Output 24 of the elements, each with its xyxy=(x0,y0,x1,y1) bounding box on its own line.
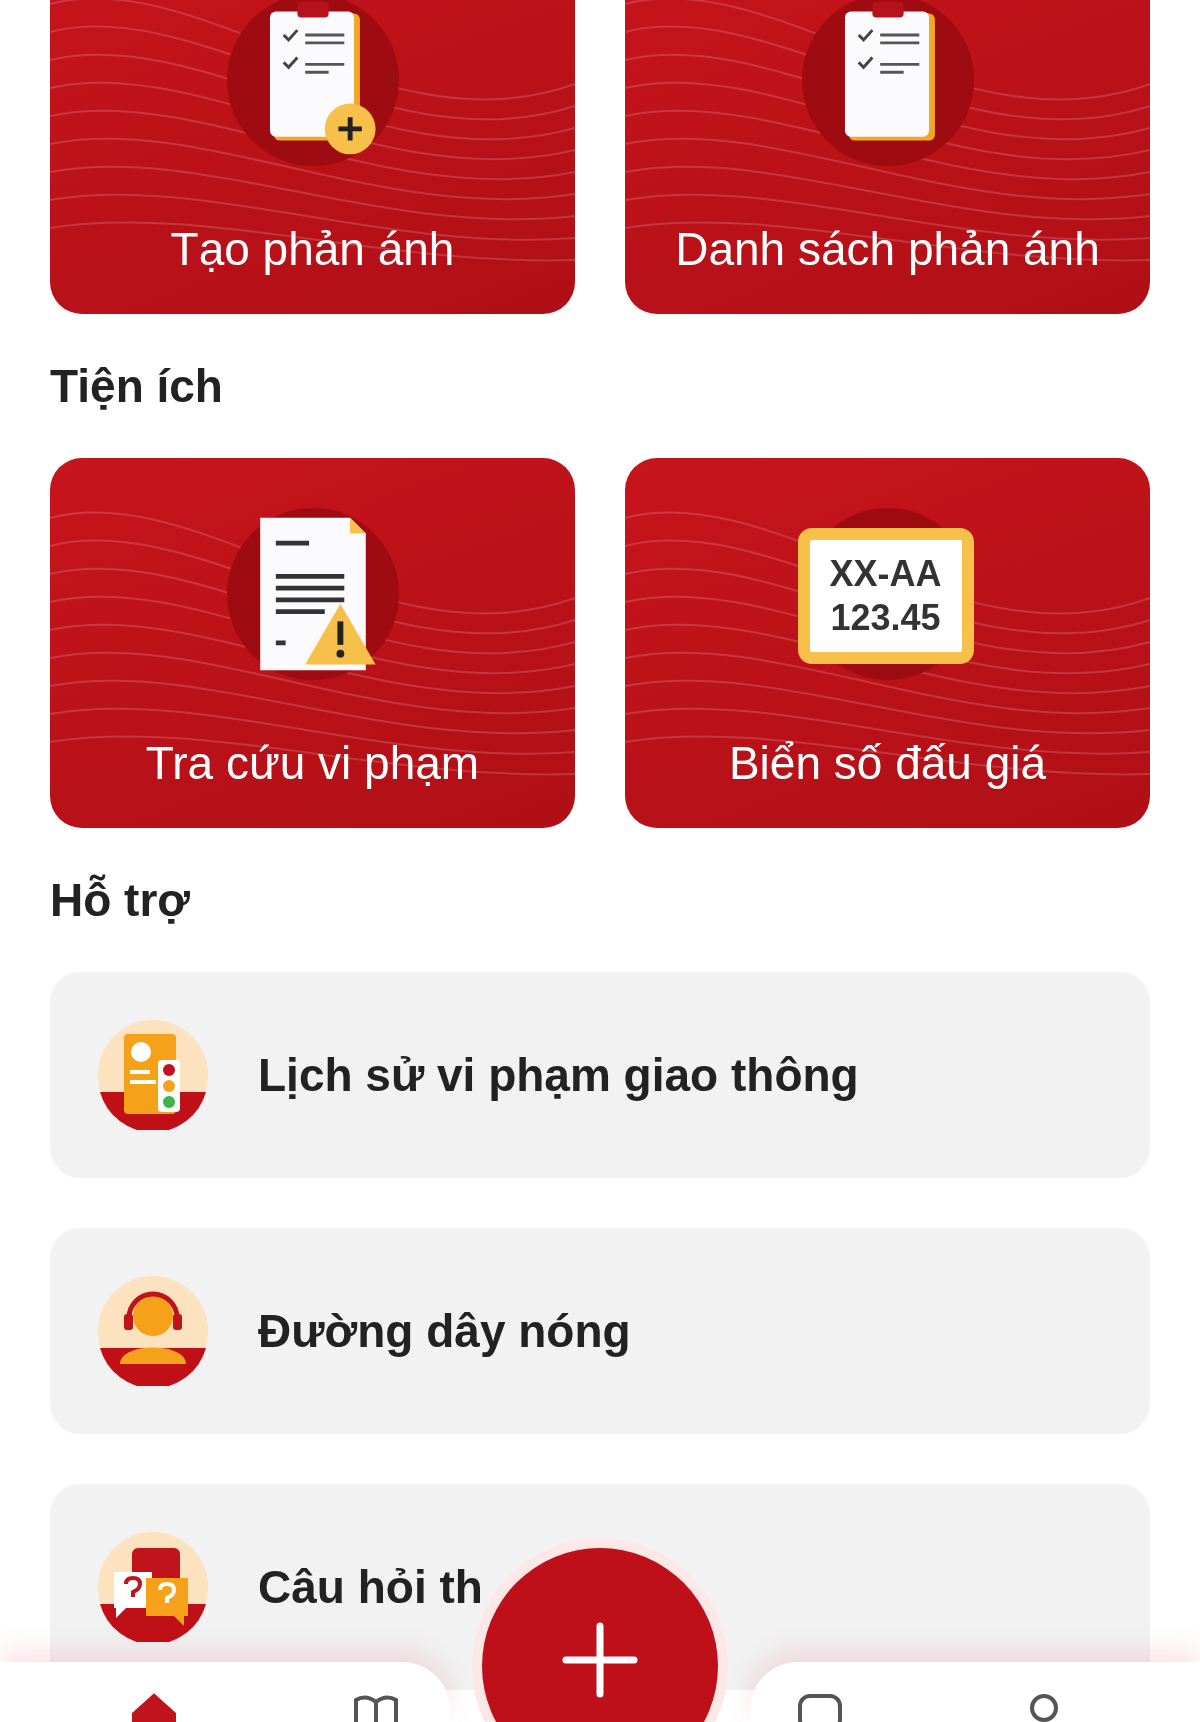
bill-traffic-light-icon xyxy=(98,1020,208,1130)
plate-text: 123.45 xyxy=(830,596,941,640)
card-label: Biển số đấu giá xyxy=(728,736,1047,790)
question-bubbles-icon xyxy=(98,1532,208,1642)
support-item[interactable]: Lịch sử vi phạm giao thông xyxy=(50,972,1150,1178)
section-title: Tiện ích xyxy=(50,359,224,414)
section-title: Hỗ trợ xyxy=(50,873,192,928)
clipboard-icon xyxy=(799,0,976,168)
item-label: Câu hỏi th xyxy=(258,1560,483,1614)
feature-card[interactable]: Tạo phản ánh xyxy=(50,0,575,314)
item-label: Lịch sử vi phạm giao thông xyxy=(258,1048,859,1102)
plus-icon xyxy=(560,1620,640,1700)
feature-card[interactable]: XX-AA 123.45 Biển số đấu giá xyxy=(625,458,1150,828)
support-item[interactable]: Đường dây nóng xyxy=(50,1228,1150,1434)
card-label: Tạo phản ánh xyxy=(170,222,455,276)
clipboard-plus-icon xyxy=(224,0,401,168)
document-warning-icon xyxy=(224,506,401,682)
item-label: Đường dây nóng xyxy=(258,1304,631,1358)
plate-text: XX-AA xyxy=(829,552,942,596)
feature-card[interactable]: Danh sách phản ánh xyxy=(625,0,1150,314)
feature-card[interactable]: Tra cứu vi phạm xyxy=(50,458,575,828)
card-label: Tra cứu vi phạm xyxy=(145,736,480,790)
headset-agent-icon xyxy=(98,1276,208,1386)
card-label: Danh sách phản ánh xyxy=(675,222,1100,276)
